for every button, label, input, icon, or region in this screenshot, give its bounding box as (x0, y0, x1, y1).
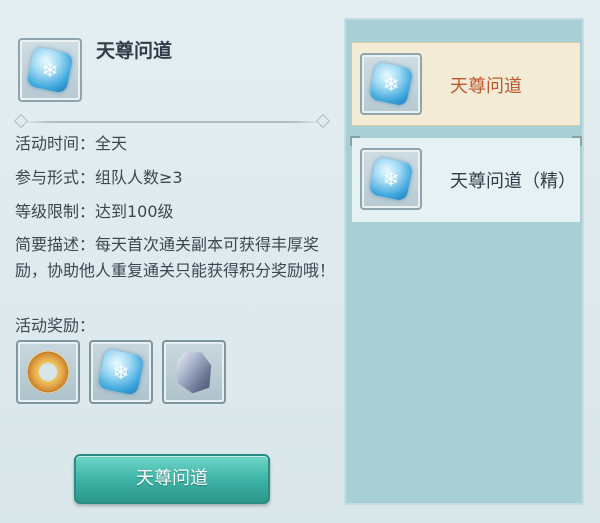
ice-crystal-icon: ❄ (368, 156, 414, 202)
divider-ornament-right (315, 113, 331, 129)
reward-slot-3[interactable] (162, 340, 226, 404)
activity-icon-frame: ❄ (18, 38, 82, 102)
list-item-icon-frame: ❄ (360, 148, 422, 210)
list-item-tianzun-wendao[interactable]: ❄ 天尊问道 (352, 42, 580, 126)
level-requirement: 等级限制：达到100级 (15, 202, 174, 221)
reward-slot-1[interactable] (16, 340, 80, 404)
ice-crystal-icon: ❄ (26, 46, 74, 94)
activity-title: 天尊问道 (96, 40, 173, 62)
ice-crystal-icon: ❄ (97, 348, 145, 396)
join-activity-button[interactable]: 天尊问道 (74, 454, 270, 504)
gold-ring-icon (27, 351, 69, 393)
corner-ornament (572, 136, 582, 146)
divider-ornament-left (13, 113, 29, 129)
list-item-label: 天尊问道（精） (450, 171, 576, 192)
activity-time: 活动时间：全天 (15, 134, 128, 153)
rewards-label: 活动奖励： (15, 316, 96, 335)
divider (22, 121, 322, 123)
activity-description: 简要描述：每天首次通关副本可获得丰厚奖励，协助他人重复通关只能获得积分奖励哦！ (15, 235, 336, 280)
ice-crystal-icon: ❄ (368, 61, 414, 107)
list-item-tianzun-wendao-elite[interactable]: ❄ 天尊问道（精） (350, 136, 582, 222)
list-item-icon-frame: ❄ (360, 53, 422, 115)
corner-ornament (350, 136, 360, 146)
activity-list: ❄ 天尊问道 ❄ 天尊问道（精） (344, 18, 584, 505)
ore-stone-icon (173, 349, 214, 396)
reward-slot-2[interactable]: ❄ (89, 340, 153, 404)
list-item-label: 天尊问道 (450, 76, 522, 97)
participation-form: 参与形式：组队人数≥3 (15, 168, 183, 187)
activity-detail-panel: ❄ 天尊问道 活动时间：全天 参与形式：组队人数≥3 等级限制：达到100级 简… (0, 0, 340, 523)
